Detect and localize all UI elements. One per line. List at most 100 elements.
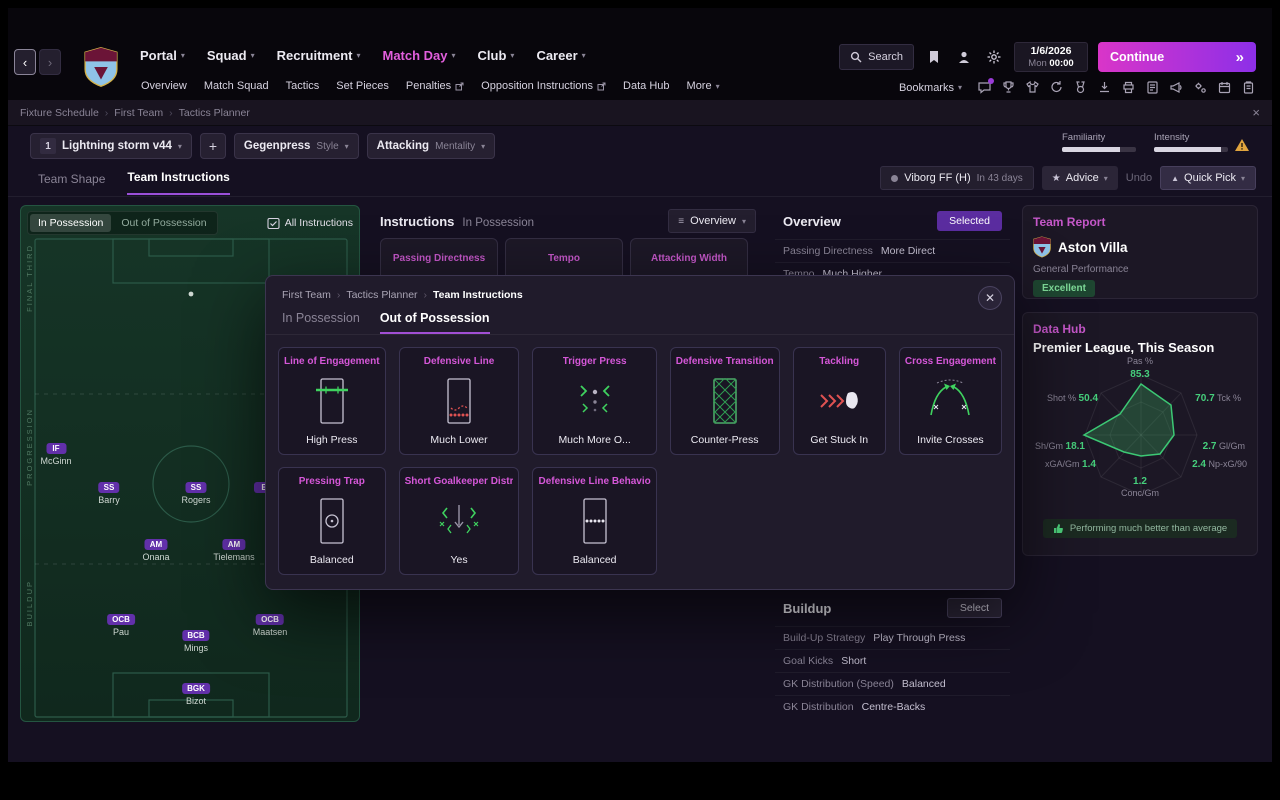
news-document-icon[interactable] (1145, 80, 1160, 95)
stat-shots-per-game: Sh/Gm 18.1 (1035, 441, 1085, 452)
chevron-down-icon: ▾ (742, 217, 746, 226)
style-selector[interactable]: Gegenpress Style ▾ (234, 133, 359, 159)
subnav-match-squad[interactable]: Match Squad (204, 80, 269, 92)
menu-club[interactable]: Club▾ (478, 48, 515, 63)
view-selector[interactable]: ≡ Overview ▾ (668, 209, 756, 233)
data-hub-title[interactable]: Data Hub (1023, 313, 1257, 336)
subnav-opposition-instructions[interactable]: Opposition Instructions (481, 80, 606, 92)
chevron-down-icon: ▾ (958, 83, 962, 92)
search-button[interactable]: Search (839, 44, 914, 70)
card-defensive-line[interactable]: Defensive Line Much Lower (399, 347, 520, 455)
game-date[interactable]: 1/6/2026 Mon 00:00 (1014, 42, 1088, 72)
menu-recruitment[interactable]: Recruitment▾ (277, 48, 361, 63)
medal-icon[interactable] (1073, 80, 1088, 95)
quick-pick-button[interactable]: ▲ Quick Pick ▾ (1160, 166, 1256, 190)
buildup-row: GK Distribution (Speed) Balanced (775, 672, 1010, 695)
player-node-tielemans[interactable]: AM Tielemans (213, 539, 254, 562)
mentality-selector[interactable]: Attacking Mentality ▾ (367, 133, 495, 159)
subnav-icon-strip: Bookmarks▾ (899, 80, 1256, 95)
menu-match-day[interactable]: Match Day▾ (382, 48, 455, 63)
modal-close-button[interactable]: ✕ (978, 286, 1002, 310)
tackling-icon (812, 367, 866, 434)
buildup-select-button[interactable]: Select (947, 598, 1002, 618)
warning-icon[interactable] (1234, 138, 1250, 152)
main-content: 1 Lightning storm v44 ▾ + Gegenpress Sty… (8, 126, 1272, 762)
card-cross-engagement[interactable]: Cross Engagement Invite Crosses (899, 347, 1002, 455)
player-node-onana[interactable]: AM Onana (142, 539, 169, 562)
forward-button[interactable]: › (39, 49, 61, 75)
search-icon (850, 51, 862, 63)
menu-portal[interactable]: Portal▾ (140, 48, 185, 63)
player-node-mings[interactable]: BCB Mings (182, 630, 209, 653)
subnav-more[interactable]: More▾ (687, 80, 720, 92)
card-defensive-transition[interactable]: Defensive Transition Counter-Press (670, 347, 780, 455)
settings-button[interactable] (984, 47, 1004, 67)
kit-shirt-icon[interactable] (1025, 80, 1040, 95)
modal-breadcrumb: First Team › Tactics Planner › Team Inst… (266, 276, 1014, 301)
breadcrumb-first-team[interactable]: First Team (114, 107, 163, 119)
menu-squad[interactable]: Squad▾ (207, 48, 255, 63)
calendar-icon[interactable] (1217, 80, 1232, 95)
modal-breadcrumb-first-team[interactable]: First Team (282, 289, 331, 301)
announcement-icon[interactable] (1169, 80, 1184, 95)
tactic-selector[interactable]: 1 Lightning storm v44 ▾ (30, 133, 192, 159)
messages-icon[interactable] (977, 80, 992, 95)
tab-team-instructions[interactable]: Team Instructions (127, 170, 229, 195)
player-node-mcginn[interactable]: IF McGinn (40, 443, 71, 466)
printer-icon[interactable] (1121, 80, 1136, 95)
menu-career[interactable]: Career▾ (536, 48, 585, 63)
chevron-down-icon: ▾ (345, 142, 349, 151)
bookmark-flag-button[interactable] (924, 47, 944, 67)
player-node-rogers[interactable]: SS Rogers (181, 482, 210, 505)
instruction-cards-grid: Line of Engagement High Press Defensive … (266, 335, 1014, 587)
player-node-pau[interactable]: OCB Pau (107, 614, 135, 637)
back-button[interactable]: ‹ (14, 49, 36, 75)
toggle-out-of-possession[interactable]: Out of Possession (113, 214, 214, 232)
card-tackling[interactable]: Tackling Get Stuck In (793, 347, 886, 455)
next-match-pill[interactable]: Viborg FF (H) In 43 days (880, 166, 1034, 190)
all-instructions-button[interactable]: All Instructions (267, 217, 353, 230)
add-tactic-button[interactable]: + (200, 133, 226, 159)
subnav-set-pieces[interactable]: Set Pieces (336, 80, 389, 92)
stat-shot-pct: Shot % 50.4 (1047, 393, 1098, 404)
subnav-overview[interactable]: Overview (141, 80, 187, 92)
player-node-barry[interactable]: SS Barry (98, 482, 120, 505)
card-defensive-line-behaviour[interactable]: Defensive Line Behavio Balanced (532, 467, 656, 575)
card-line-of-engagement[interactable]: Line of Engagement High Press (278, 347, 386, 455)
tactics-tabs: Team Shape Team Instructions (38, 170, 230, 195)
player-node-bizot[interactable]: BGK Bizot (182, 683, 210, 706)
card-pressing-trap[interactable]: Pressing Trap Balanced (278, 467, 386, 575)
bookmarks-dropdown[interactable]: Bookmarks▾ (899, 82, 962, 94)
breadcrumb-fixture-schedule[interactable]: Fixture Schedule (20, 107, 99, 119)
continue-button[interactable]: Continue » (1098, 42, 1256, 72)
gear-icon (987, 50, 1001, 64)
sync-icon[interactable] (1049, 80, 1064, 95)
undo-button[interactable]: Undo (1126, 172, 1152, 184)
card-short-goalkeeper-distribution[interactable]: Short Goalkeeper Distr Yes (399, 467, 520, 575)
subnav-penalties[interactable]: Penalties (406, 80, 464, 92)
modal-tab-out-of-possession[interactable]: Out of Possession (380, 311, 490, 334)
breadcrumb-tactics-planner[interactable]: Tactics Planner (179, 107, 250, 119)
modal-breadcrumb-tactics-planner[interactable]: Tactics Planner (346, 289, 417, 301)
download-icon[interactable] (1097, 80, 1112, 95)
player-node-maatsen[interactable]: OCB Maatsen (253, 614, 288, 637)
gears-icon[interactable] (1193, 80, 1208, 95)
team-report-title[interactable]: Team Report (1023, 206, 1257, 229)
subnav-data-hub[interactable]: Data Hub (623, 80, 669, 92)
chevron-down-icon: ▾ (510, 51, 514, 60)
chevron-down-icon: ▾ (582, 51, 586, 60)
toggle-in-possession[interactable]: In Possession (30, 214, 111, 232)
manager-profile-button[interactable] (954, 47, 974, 67)
selected-button[interactable]: Selected (937, 211, 1002, 231)
notes-icon[interactable] (1241, 80, 1256, 95)
card-trigger-press[interactable]: Trigger Press Much More O... (532, 347, 656, 455)
advice-button[interactable]: ★ Advice ▾ (1042, 166, 1118, 190)
modal-tab-in-possession[interactable]: In Possession (282, 311, 360, 334)
plus-icon: + (209, 138, 217, 154)
tab-team-shape[interactable]: Team Shape (38, 172, 105, 195)
close-icon[interactable]: × (1252, 105, 1260, 120)
trophy-icon[interactable] (1001, 80, 1016, 95)
subnav-tactics[interactable]: Tactics (286, 80, 320, 92)
bookmark-icon (928, 50, 940, 64)
top-navbar: ‹ › Portal▾ Squad▾ Recruitment▾ Match Da… (8, 8, 1272, 100)
